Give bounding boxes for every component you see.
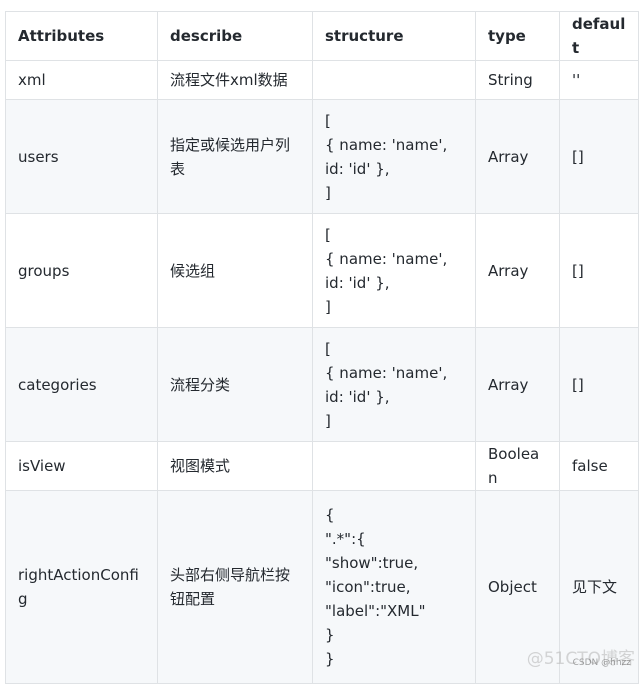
structure-line: [: [325, 225, 331, 244]
structure-line: ]: [325, 297, 331, 316]
table-header-row: Attributes describe structure type defau…: [5, 11, 639, 61]
table-row: categories 流程分类 [ { name: 'name', id: 'i…: [5, 327, 639, 442]
cell-describe: 候选组: [157, 213, 313, 328]
cell-structure: [ { name: 'name', id: 'id' }, ]: [312, 213, 476, 328]
cell-attribute: rightActionConfig: [5, 490, 158, 684]
structure-line: ]: [325, 183, 331, 202]
header-attributes: Attributes: [5, 11, 158, 61]
table-row: isView 视图模式 Boolean false: [5, 441, 639, 491]
structure-line: }: [325, 650, 335, 668]
structure-line: [: [325, 339, 331, 358]
cell-describe: 头部右侧导航栏按钮配置: [157, 490, 313, 684]
cell-describe: 视图模式: [157, 441, 313, 491]
structure-line: "label":"XML": [325, 602, 426, 620]
header-type: type: [475, 11, 560, 61]
table-row: users 指定或候选用户列表 [ { name: 'name', id: 'i…: [5, 99, 639, 214]
cell-default: []: [559, 213, 639, 328]
structure-line: {: [325, 506, 335, 524]
structure-line: ]: [325, 411, 331, 430]
structure-line: ".*":{: [325, 530, 366, 548]
structure-line: [: [325, 111, 331, 130]
cell-describe: 流程分类: [157, 327, 313, 442]
cell-structure: [ { name: 'name', id: 'id' }, ]: [312, 327, 476, 442]
cell-structure: [312, 60, 476, 100]
table-row: xml 流程文件xml数据 String '': [5, 60, 639, 100]
structure-line: }: [325, 626, 335, 644]
header-describe: describe: [157, 11, 313, 61]
cell-default: false: [559, 441, 639, 491]
header-structure: structure: [312, 11, 476, 61]
cell-type: Array: [475, 213, 560, 328]
cell-structure: [ { name: 'name', id: 'id' }, ]: [312, 99, 476, 214]
table-row: groups 候选组 [ { name: 'name', id: 'id' },…: [5, 213, 639, 328]
cell-default: '': [559, 60, 639, 100]
cell-attribute: isView: [5, 441, 158, 491]
structure-line: "icon":true,: [325, 578, 411, 596]
structure-line: "show":true,: [325, 554, 419, 572]
cell-type: Boolean: [475, 441, 560, 491]
structure-line: { name: 'name', id: 'id' },: [325, 249, 448, 292]
cell-type: Array: [475, 327, 560, 442]
cell-attribute: groups: [5, 213, 158, 328]
cell-structure: [312, 441, 476, 491]
cell-structure: { ".*":{ "show":true, "icon":true, "labe…: [312, 490, 476, 684]
header-default: default: [559, 11, 639, 61]
cell-default: []: [559, 327, 639, 442]
cell-type: String: [475, 60, 560, 100]
cell-attribute: xml: [5, 60, 158, 100]
cell-attribute: categories: [5, 327, 158, 442]
attributes-table: Attributes describe structure type defau…: [5, 11, 639, 684]
cell-default: []: [559, 99, 639, 214]
cell-describe: 指定或候选用户列表: [157, 99, 313, 214]
cell-describe: 流程文件xml数据: [157, 60, 313, 100]
structure-line: { name: 'name', id: 'id' },: [325, 363, 448, 406]
structure-line: { name: 'name', id: 'id' },: [325, 135, 448, 178]
cell-type: Array: [475, 99, 560, 214]
watermark-secondary: CSDN @hhzz: [572, 658, 631, 668]
cell-attribute: users: [5, 99, 158, 214]
